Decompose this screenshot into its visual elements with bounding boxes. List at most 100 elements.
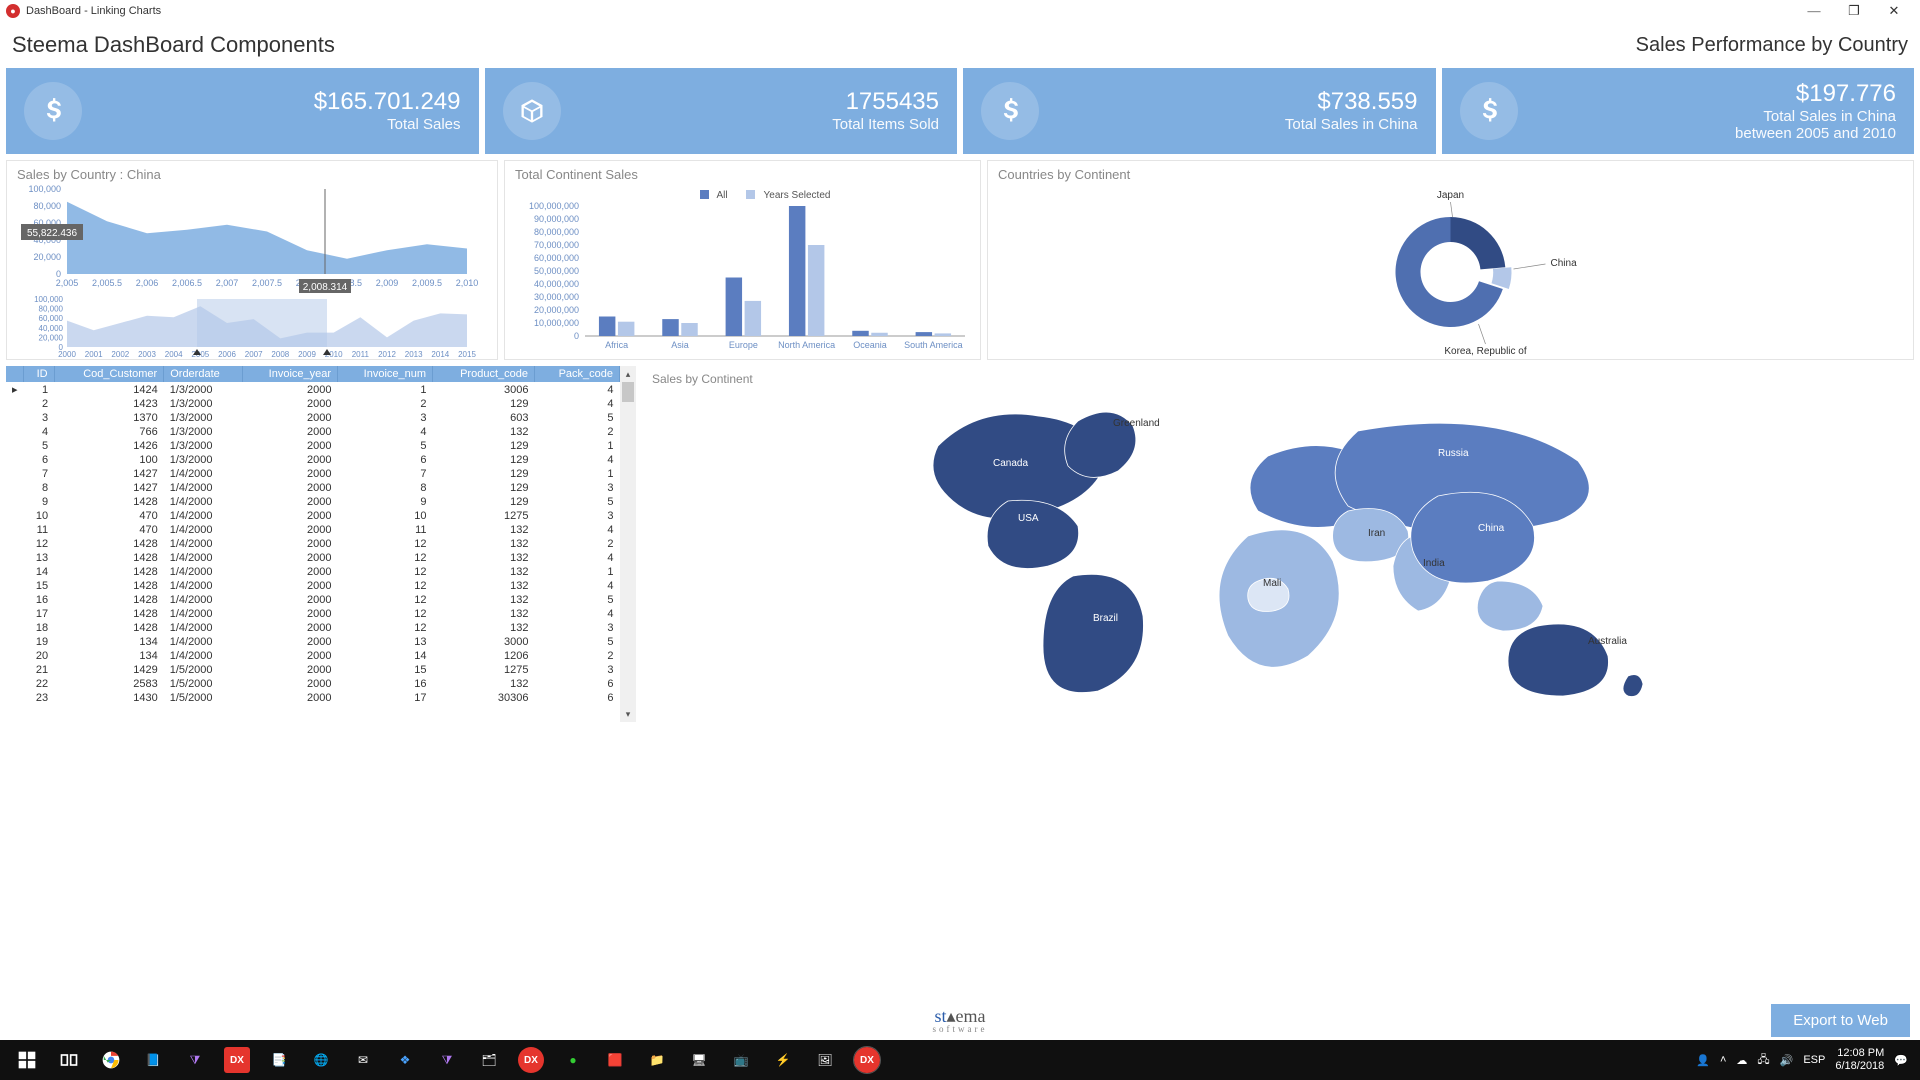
svg-text:Mali: Mali	[1263, 578, 1281, 589]
scroll-up-icon[interactable]: ▴	[620, 366, 636, 382]
task-view-icon[interactable]	[48, 1040, 90, 1080]
start-button[interactable]	[6, 1040, 48, 1080]
dx-icon[interactable]: DX	[854, 1047, 880, 1073]
svg-text:80,000,000: 80,000,000	[534, 227, 579, 237]
visual-studio-icon[interactable]: ⧩	[174, 1040, 216, 1080]
export-to-web-button[interactable]: Export to Web	[1771, 1004, 1910, 1037]
svg-text:India: India	[1423, 558, 1445, 569]
svg-text:Oceania: Oceania	[853, 340, 887, 350]
taskbar-app-icon[interactable]: ●	[552, 1040, 594, 1080]
clock[interactable]: 12:08 PM 6/18/2018	[1835, 1047, 1884, 1073]
svg-text:2,009.5: 2,009.5	[412, 278, 442, 288]
table-row[interactable]: 313701/3/2000200036035	[6, 411, 620, 425]
table-row[interactable]: 114701/4/20002000111324	[6, 523, 620, 537]
table-row[interactable]: 1514281/4/20002000121324	[6, 579, 620, 593]
table-row[interactable]: 214231/3/2000200021294	[6, 397, 620, 411]
table-row[interactable]: 1214281/4/20002000121322	[6, 537, 620, 551]
table-row[interactable]: 1414281/4/20002000121321	[6, 565, 620, 579]
network-icon[interactable]: 🖧	[1757, 1051, 1769, 1070]
volume-icon[interactable]: 🔊	[1780, 1054, 1794, 1067]
svg-text:50,000,000: 50,000,000	[534, 266, 579, 276]
table-row[interactable]: 2114291/5/200020001512753	[6, 663, 620, 677]
kpi-sales-china: $738.559Total Sales in China	[963, 68, 1436, 154]
taskbar-app-icon[interactable]: 🖥	[678, 1040, 720, 1080]
file-explorer-icon[interactable]: 📁	[636, 1040, 678, 1080]
panel-map[interactable]: Sales by Continent	[642, 366, 1914, 722]
taskbar-app-icon[interactable]: ⧩	[426, 1040, 468, 1080]
chrome-icon[interactable]	[90, 1040, 132, 1080]
table-row[interactable]: 201341/4/200020001412062	[6, 649, 620, 663]
svg-text:2,007.5: 2,007.5	[252, 278, 282, 288]
column-header[interactable]: Cod_Customer	[54, 366, 164, 382]
column-header[interactable]: Invoice_num	[338, 366, 433, 382]
table-row[interactable]: ▸114241/3/20002000130064	[6, 382, 620, 397]
onedrive-icon[interactable]: ☁	[1736, 1054, 1747, 1067]
taskbar-app-icon[interactable]: 🌐	[300, 1040, 342, 1080]
taskbar-app-icon[interactable]: 🗂	[468, 1040, 510, 1080]
column-header[interactable]: ID	[24, 366, 55, 382]
donut-chart[interactable]: Japan China Korea, Republic of	[998, 184, 1903, 359]
panel-sales-by-country[interactable]: Sales by Country : China 020,00040,00060…	[6, 160, 498, 360]
bar-chart[interactable]: All Years Selected 010,000,00020,000,000…	[515, 184, 970, 359]
table-row[interactable]: 814271/4/2000200081293	[6, 481, 620, 495]
column-header[interactable]: Orderdate	[164, 366, 243, 382]
vertical-scrollbar[interactable]: ▴ ▾	[620, 366, 636, 722]
column-header[interactable]: Product_code	[433, 366, 535, 382]
dx-icon[interactable]: DX	[518, 1047, 544, 1073]
table-row[interactable]: 2314301/5/2000200017303066	[6, 691, 620, 705]
svg-text:20,000,000: 20,000,000	[534, 305, 579, 315]
world-map[interactable]: Greenland Canada USA Brazil Russia China…	[652, 386, 1904, 706]
taskbar-app-icon[interactable]: 📘	[132, 1040, 174, 1080]
dx-icon[interactable]: DX	[224, 1047, 250, 1073]
svg-text:Greenland: Greenland	[1113, 418, 1160, 429]
table-row[interactable]: 1814281/4/20002000121323	[6, 621, 620, 635]
area-chart[interactable]: 020,00040,00060,00080,000100,000 2,0052,…	[17, 184, 487, 359]
close-button[interactable]: ✕	[1874, 0, 1914, 22]
taskbar-app-icon[interactable]: 📺	[720, 1040, 762, 1080]
svg-text:40,000: 40,000	[39, 324, 64, 333]
column-header[interactable]: Pack_code	[534, 366, 619, 382]
people-icon[interactable]: 👤	[1696, 1054, 1710, 1067]
window-title: DashBoard - Linking Charts	[26, 5, 161, 17]
system-tray[interactable]: 👤 ˄ ☁ 🖧 🔊 ESP 12:08 PM 6/18/2018 💬	[1696, 1047, 1914, 1073]
table-row[interactable]: 104701/4/200020001012753	[6, 509, 620, 523]
taskbar-app-icon[interactable]: ⚡	[762, 1040, 804, 1080]
taskbar-app-icon[interactable]: 🖼	[804, 1040, 846, 1080]
svg-text:2,008.314: 2,008.314	[303, 282, 348, 293]
taskbar-app-icon[interactable]: ❖	[384, 1040, 426, 1080]
notifications-icon[interactable]: 💬	[1894, 1054, 1908, 1067]
table-row[interactable]: 714271/4/2000200071291	[6, 467, 620, 481]
table-row[interactable]: 914281/4/2000200091295	[6, 495, 620, 509]
maximize-button[interactable]: ❐	[1834, 0, 1874, 22]
table-row[interactable]: 61001/3/2000200061294	[6, 453, 620, 467]
table-row[interactable]: 2225831/5/20002000161326	[6, 677, 620, 691]
mail-icon[interactable]: ✉	[342, 1040, 384, 1080]
table-row[interactable]: 1714281/4/20002000121324	[6, 607, 620, 621]
panel-countries-by-continent[interactable]: Countries by Continent Japan China Korea…	[987, 160, 1914, 360]
column-header[interactable]: Invoice_year	[243, 366, 338, 382]
table-row[interactable]: 47661/3/2000200041322	[6, 425, 620, 439]
table-row[interactable]: 1614281/4/20002000121325	[6, 593, 620, 607]
tray-chevron-icon[interactable]: ˄	[1720, 1054, 1726, 1066]
taskbar-app-icon[interactable]: 📑	[258, 1040, 300, 1080]
data-grid[interactable]: IDCod_CustomerOrderdateInvoice_yearInvoi…	[6, 366, 620, 722]
taskbar[interactable]: 📘 ⧩ DX 📑 🌐 ✉ ❖ ⧩ 🗂 DX ● 🟥 📁 🖥 📺 ⚡ 🖼 DX 👤…	[0, 1040, 1920, 1080]
scroll-down-icon[interactable]: ▾	[620, 706, 636, 722]
svg-text:USA: USA	[1018, 513, 1039, 524]
kpi-total-sales: $165.701.249Total Sales	[6, 68, 479, 154]
page-title: Steema DashBoard Components	[12, 32, 335, 58]
minimize-button[interactable]: —	[1794, 0, 1834, 22]
svg-text:2,007: 2,007	[216, 278, 239, 288]
footer: st▴ema software Export to Web	[0, 1000, 1920, 1040]
table-row[interactable]: 1314281/4/20002000121324	[6, 551, 620, 565]
taskbar-app-icon[interactable]: 🟥	[594, 1040, 636, 1080]
panel-continent-sales[interactable]: Total Continent Sales All Years Selected…	[504, 160, 981, 360]
table-row[interactable]: 514261/3/2000200051291	[6, 439, 620, 453]
table-row[interactable]: 191341/4/200020001330005	[6, 635, 620, 649]
svg-text:60,000,000: 60,000,000	[534, 253, 579, 263]
svg-text:Canada: Canada	[993, 458, 1028, 469]
data-grid-wrapper: IDCod_CustomerOrderdateInvoice_yearInvoi…	[6, 366, 636, 722]
panel-title: Sales by Country : China	[17, 167, 487, 182]
language-indicator[interactable]: ESP	[1803, 1054, 1825, 1066]
svg-text:2,009: 2,009	[376, 278, 399, 288]
